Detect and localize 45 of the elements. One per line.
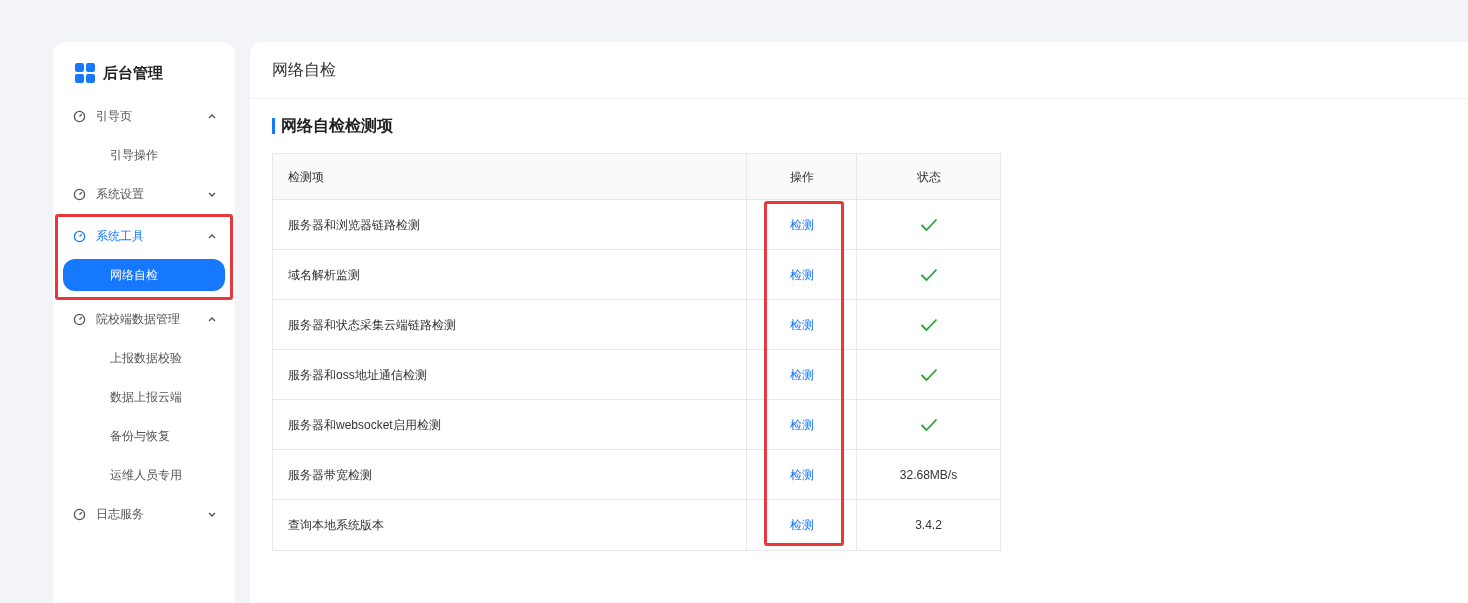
menu-item[interactable]: 上报数据校验 <box>63 338 225 378</box>
check-link[interactable]: 检测 <box>789 415 814 434</box>
status-value: 32.68MB/s <box>899 466 958 484</box>
check-link[interactable]: 检测 <box>789 465 814 484</box>
menu-item[interactable]: 备份与恢复 <box>63 416 225 456</box>
menu-item[interactable]: 网络自检 <box>63 258 225 291</box>
menu-group[interactable]: 引导页 <box>63 96 225 136</box>
page-title: 网络自检 <box>272 60 336 80</box>
menu-group[interactable]: 系统设置 <box>63 174 225 214</box>
accent-bar <box>272 118 275 134</box>
checkmark-icon <box>919 417 938 432</box>
section-title: 网络自检检测项 <box>281 116 393 136</box>
gauge-icon <box>73 187 86 201</box>
menu-item[interactable]: 运维人员专用 <box>63 455 225 495</box>
checkmark-icon <box>919 217 938 232</box>
menu-group[interactable]: 日志服务 <box>63 494 225 534</box>
check-link[interactable]: 检测 <box>789 516 814 534</box>
table-cell-text: 服务器和websocket启用检测 <box>287 416 442 434</box>
table-cell-text: 服务器和状态采集云端链路检测 <box>287 316 457 334</box>
column-header: 检测项 <box>287 168 325 186</box>
menu-item[interactable]: 数据上报云端 <box>63 377 225 417</box>
check-link[interactable]: 检测 <box>789 365 814 384</box>
table-cell-text: 域名解析监测 <box>287 266 361 284</box>
menu-group[interactable]: 系统工具 <box>63 216 225 256</box>
table-cell-text: 服务器和浏览器链路检测 <box>287 216 421 234</box>
status-value: 3.4.2 <box>915 517 942 534</box>
gauge-icon <box>73 229 86 243</box>
column-header: 操作 <box>746 154 856 199</box>
table-cell-text: 服务器带宽检测 <box>287 466 373 484</box>
check-link[interactable]: 检测 <box>789 215 814 234</box>
check-link[interactable]: 检测 <box>789 265 814 284</box>
column-header: 状态 <box>856 154 1000 199</box>
gauge-icon <box>73 507 86 521</box>
check-link[interactable]: 检测 <box>789 315 814 334</box>
checkmark-icon <box>919 267 938 282</box>
table-cell-text: 查询本地系统版本 <box>287 517 385 534</box>
grid-logo-icon <box>75 63 95 84</box>
menu-group[interactable]: 院校端数据管理 <box>63 299 225 339</box>
checkmark-icon <box>919 367 938 382</box>
sidebar-title: 后台管理 <box>103 63 163 83</box>
gauge-icon <box>73 109 86 123</box>
gauge-icon <box>73 312 86 326</box>
menu-item[interactable]: 引导操作 <box>63 135 225 175</box>
checkmark-icon <box>919 317 938 332</box>
table-cell-text: 服务器和oss地址通信检测 <box>287 366 428 384</box>
